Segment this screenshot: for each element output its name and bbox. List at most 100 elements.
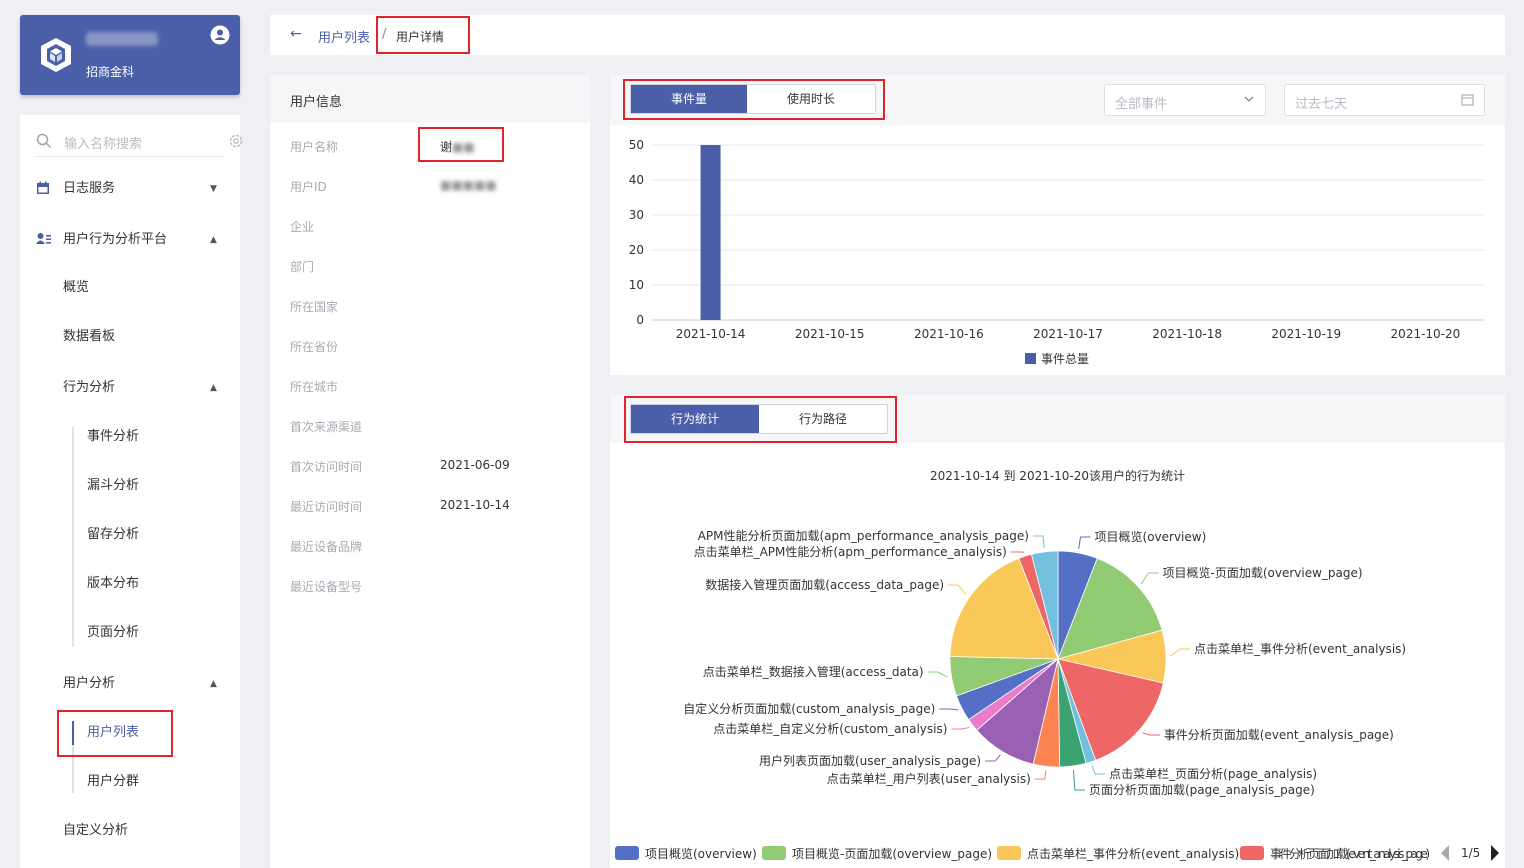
label-leader-line [985,754,1001,762]
info-row-first-visit: 首次访问时间 2021-06-09 [290,458,580,478]
behavior-stats-card: 行为统计 行为路径 2021-10-14 到 2021-10-20该用户的行为统… [610,395,1505,868]
calendar-icon [37,181,49,194]
nav-log-service[interactable]: 日志服务 ▼ [20,169,240,209]
nav-behavior-platform[interactable]: 用户行为分析平台 ▲ [20,220,240,260]
behavior-pie-chart: 项目概览(overview) 项目概览-页面加载(overview_page) 点击… [615,529,1505,868]
caret-up-icon: ▲ [210,235,217,245]
x-tick-label: 2021-10-18 [1152,327,1222,341]
info-value: 2021-10-14 [440,498,510,512]
nav-label: 事件分析 [87,429,140,444]
nav-dashboard[interactable]: 数据看板 [20,317,240,357]
highlight-box [624,396,897,443]
info-key: 企业 [290,220,315,234]
highlight-box [57,710,173,757]
cube-logo-icon [41,38,71,72]
calendar-icon [1461,94,1474,106]
caret-up-icon: ▲ [210,383,217,393]
user-info-title: 用户信息 [290,95,343,110]
label-leader-line [1034,770,1047,780]
pie-slice-label: 点击菜单栏_事件分析(event_analysis) [1194,641,1406,656]
info-row-country: 所在国家 [290,298,580,318]
info-row-province: 所在省份 [290,338,580,358]
org-name: 招商金科 [86,65,135,79]
legend-swatch [615,846,639,860]
info-key: 首次访问时间 [290,460,363,474]
nav-funnel-analysis[interactable]: 漏斗分析 [20,466,240,506]
date-range-value: 过去七天 [1295,97,1348,112]
nav-label: 日志服务 [63,181,116,196]
legend-swatch [1240,846,1264,860]
info-row-device-brand: 最近设备品牌 [290,538,580,558]
legend-label: 事件总量 [1041,352,1089,366]
x-tick-label: 2021-10-14 [676,327,746,341]
y-tick-label: 50 [629,138,644,152]
pie-slice-label: 点击菜单栏_页面分析(page_analysis) [1109,766,1317,781]
nav-overview[interactable]: 概览 [20,268,240,308]
label-leader-line [1078,536,1091,549]
pie-slice-label: 点击菜单栏_数据接入管理(access_data) [703,664,924,679]
bar [700,145,721,320]
nav-label: 数据看板 [63,329,116,344]
gear-icon[interactable] [228,133,244,149]
chevron-down-icon [1244,96,1254,102]
back-arrow-icon[interactable]: ← [290,26,302,42]
info-key: 最近访问时间 [290,500,363,514]
label-leader-line [1073,769,1085,791]
pie-slice-label: 点击菜单栏_自定义分析(custom_analysis) [713,721,947,736]
info-key: 用户名称 [290,140,339,154]
label-leader-line [1091,765,1106,775]
label-leader-line [939,708,959,711]
pie-slice-label: 自定义分析页面加载(custom_analysis_page) [683,701,935,716]
caret-down-icon: ▼ [210,184,217,194]
nav-label: 用户行为分析平台 [63,232,168,247]
user-info-panel: 用户信息 用户名称 谢■■ 用户ID ■■■■■ 企业 部门 所在国家 所在省份… [270,75,590,868]
label-leader-line [1032,535,1045,548]
info-key: 最近设备品牌 [290,540,363,554]
date-range-picker[interactable]: 过去七天 [1284,84,1485,116]
label-leader-line [927,671,948,678]
info-key: 用户ID [290,180,327,194]
caret-up-icon: ▲ [210,679,217,689]
event-chart-card: 事件量 使用时长 全部事件 过去七天 0 10 20 30 40 50 2021-10-14… [610,75,1505,375]
nav-label: 概览 [63,280,90,295]
info-row-device-model: 最近设备型号 [290,578,580,598]
pie-slice-label: 事件分析页面加载(event_analysis_page) [1164,728,1394,742]
event-bar-chart: 0 10 20 30 40 50 2021-10-14 2021-10-15 2021-10-1… [629,138,1485,366]
pie-slice-label: 点击菜单栏_APM性能分析(apm_performance_analysis) [694,544,1007,559]
nav-retention-analysis[interactable]: 留存分析 [20,515,240,555]
info-row-userid: 用户ID ■■■■■ [290,178,580,198]
info-row-source-channel: 首次来源渠道 [290,418,580,438]
nav-user-group[interactable]: 用户分群 [20,762,240,802]
info-key: 首次来源渠道 [290,420,363,434]
label-leader-line [951,727,970,730]
legend-label: 点击菜单栏_事件分析(event_analysis) [1027,846,1239,861]
user-list-icon [36,233,51,244]
nav-search[interactable]: 输入名称搜索 [36,125,243,157]
x-tick-label: 2021-10-19 [1271,327,1341,341]
pie-slice-label: 点击菜单栏_用户列表(user_analysis) [827,771,1031,786]
info-key: 所在省份 [290,340,339,354]
info-value: 2021-06-09 [440,458,510,472]
event-select[interactable]: 全部事件 [1104,84,1266,116]
nav-user-analysis[interactable]: 用户分析 ▲ [20,664,240,704]
legend-swatch [1025,353,1036,364]
nav-label: 版本分布 [87,576,140,591]
info-row-company: 企业 [290,218,580,238]
nav-custom-analysis[interactable]: 自定义分析 [20,811,240,851]
nav-label: 页面分析 [87,625,140,640]
nav-label: 用户分群 [87,774,140,789]
pie-slice-label: 用户列表页面加载(user_analysis_page) [759,753,981,768]
blurred-text: ■■■■■ [440,178,497,192]
highlight-box [623,79,885,120]
search-icon [36,133,52,149]
nav-page-analysis[interactable]: 页面分析 [20,613,240,653]
nav-version-distribution[interactable]: 版本分布 [20,564,240,604]
x-tick-label: 2021-10-17 [1033,327,1103,341]
y-tick-label: 20 [629,243,644,257]
breadcrumb-user-list-link[interactable]: 用户列表 [318,27,370,46]
user-avatar-icon[interactable] [210,25,230,45]
nav-behavior-analysis[interactable]: 行为分析 ▲ [20,368,240,408]
nav-event-analysis[interactable]: 事件分析 [20,417,240,457]
search-input[interactable]: 输入名称搜索 [64,133,142,152]
nav-label: 留存分析 [87,527,140,542]
